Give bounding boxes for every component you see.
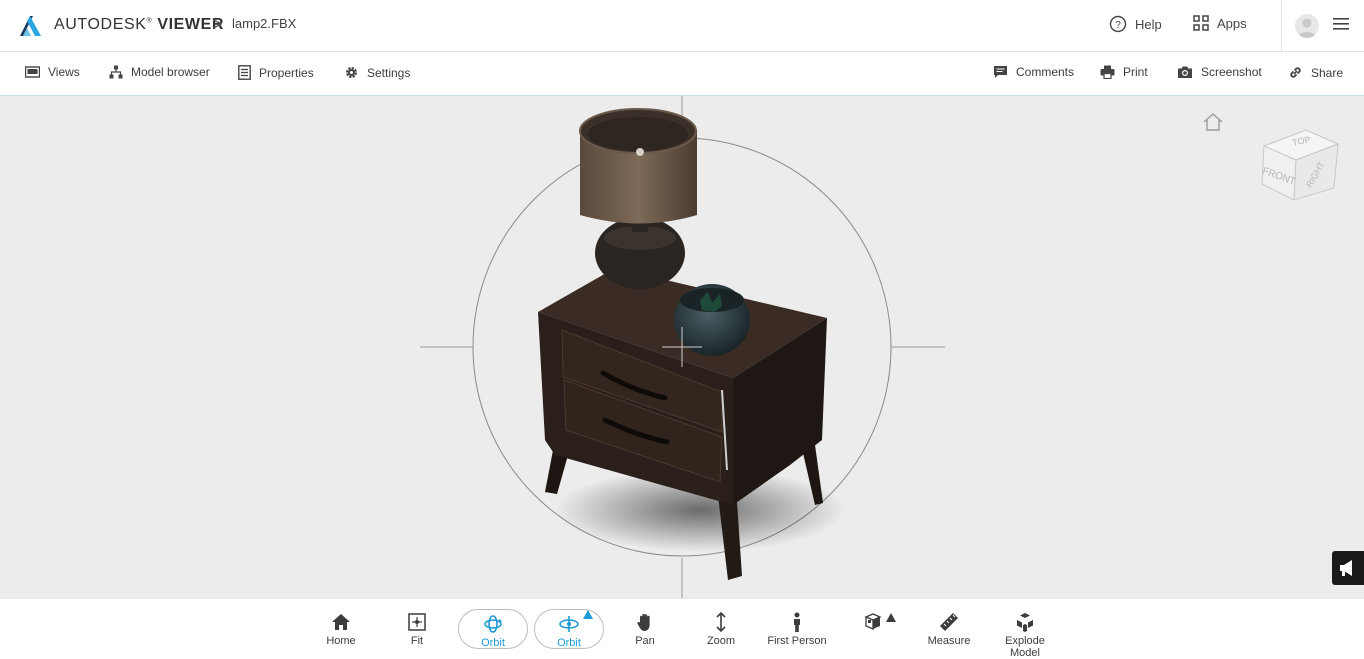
help-button[interactable]: ? Help (1109, 15, 1162, 33)
comments-button[interactable]: Comments (993, 65, 1074, 79)
autodesk-logo-icon[interactable] (18, 15, 42, 37)
feedback-button[interactable] (1332, 551, 1364, 585)
chevron-right-icon: > (212, 14, 223, 34)
viewcube[interactable]: TOP FRONT RIGHT (1256, 126, 1342, 212)
top-bar: AUTODESK® VIEWER > lamp2.FBX ? Help Apps (0, 0, 1364, 52)
screenshot-label: Screenshot (1201, 65, 1262, 79)
brand-part1: AUTODESK (54, 16, 147, 33)
zoom-arrows-icon (716, 611, 726, 633)
hand-pan-icon (637, 613, 650, 631)
submenu-triangle-icon[interactable] (886, 613, 896, 622)
zoom-tool-button[interactable]: Zoom (686, 599, 756, 648)
explode-model-tool-button[interactable]: Explode Model (990, 599, 1060, 659)
user-icon (1298, 18, 1316, 38)
views-label: Views (48, 65, 80, 79)
help-label: Help (1135, 16, 1162, 32)
person-icon (794, 612, 800, 632)
help-icon: ? (1109, 15, 1127, 33)
views-button[interactable]: Views (25, 65, 80, 79)
explode-model-tool-label: Explode Model (1005, 635, 1045, 659)
print-label: Print (1123, 65, 1148, 79)
model-browser-icon (109, 65, 123, 79)
submenu-triangle-icon[interactable] (583, 610, 593, 619)
free-orbit-tool-label: Orbit (557, 637, 581, 649)
settings-label: Settings (367, 65, 411, 80)
pan-tool-label: Pan (635, 635, 655, 647)
screenshot-button[interactable]: Screenshot (1177, 65, 1262, 79)
plant-bowl-model[interactable] (674, 284, 750, 356)
comment-icon (994, 66, 1007, 78)
orbit-icon (484, 615, 502, 633)
header-divider (1281, 0, 1282, 52)
properties-button[interactable]: Properties (238, 65, 314, 80)
section-cube-icon (864, 613, 882, 630)
apps-grid-icon (1193, 15, 1209, 31)
home-tool-label: Home (326, 635, 356, 647)
settings-button[interactable]: Settings (344, 65, 410, 80)
measure-tool-button[interactable]: Measure (914, 599, 984, 648)
camera-icon (1178, 66, 1192, 78)
secondary-toolbar: Views Model browser Properties Settings (0, 53, 1364, 96)
model-viewport[interactable]: TOP FRONT RIGHT (0, 96, 1364, 598)
apps-button[interactable]: Apps (1193, 15, 1247, 31)
scene-canvas[interactable] (0, 96, 1364, 598)
free-orbit-icon (559, 616, 579, 632)
orbit-tool-button[interactable]: Orbit (458, 609, 528, 649)
share-label: Share (1311, 65, 1344, 80)
brand-title[interactable]: AUTODESK® VIEWER (54, 16, 224, 34)
gear-icon (346, 67, 357, 78)
fit-tool-label: Fit (410, 635, 424, 647)
lamp-model[interactable] (579, 108, 697, 289)
model-browser-button[interactable]: Model browser (109, 65, 210, 79)
share-button[interactable]: Share (1288, 65, 1343, 80)
first-person-tool-button[interactable]: First Person (762, 599, 832, 648)
model-browser-label: Model browser (131, 65, 210, 79)
measure-tool-label: Measure (927, 635, 971, 647)
avatar[interactable] (1295, 14, 1319, 38)
printer-icon (1100, 65, 1115, 79)
zoom-tool-label: Zoom (706, 635, 736, 647)
comments-label: Comments (1016, 65, 1075, 79)
ruler-icon (940, 613, 958, 631)
orbit-tool-label: Orbit (481, 637, 505, 649)
apps-label: Apps (1217, 15, 1247, 31)
properties-label: Properties (259, 65, 314, 80)
pan-tool-button[interactable]: Pan (610, 599, 680, 648)
fit-tool-button[interactable]: Fit (382, 599, 452, 648)
properties-icon (238, 65, 251, 80)
free-orbit-tool-button[interactable]: Orbit (534, 609, 604, 649)
svg-text:?: ? (1115, 20, 1121, 31)
home-icon (332, 614, 350, 630)
fit-to-view-icon (408, 613, 426, 631)
first-person-tool-label: First Person (767, 635, 827, 647)
megaphone-icon (1340, 560, 1352, 576)
section-tool-button[interactable] (838, 599, 908, 648)
views-icon (25, 65, 40, 78)
hamburger-menu-icon[interactable] (1333, 17, 1349, 31)
file-name: lamp2.FBX (232, 16, 297, 31)
viewcube-home-icon[interactable] (1202, 112, 1224, 132)
navigation-toolbar: Home Fit Orbit Orbit Pan Zoom First Pers… (0, 598, 1364, 659)
print-button[interactable]: Print (1100, 65, 1148, 79)
home-tool-button[interactable]: Home (306, 599, 376, 648)
link-icon (1290, 67, 1301, 78)
explode-cube-icon (1017, 613, 1033, 632)
